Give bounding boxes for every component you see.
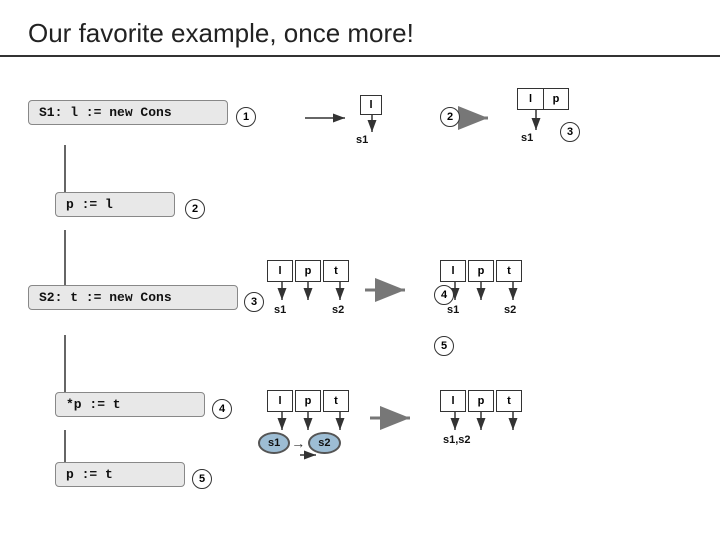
- circle-2-step1: 2: [440, 107, 460, 127]
- page: Our favorite example, once more!: [0, 0, 720, 540]
- code-box-step4: *p := t: [55, 392, 205, 417]
- node-l-step1: l: [360, 95, 382, 115]
- label-s2-s3r: s2: [504, 304, 516, 316]
- code-box-step3: S2: t := new Cons: [28, 285, 238, 310]
- label-s1s2-combined: s1,s2: [443, 434, 471, 446]
- step-circle-1: 1: [236, 107, 256, 127]
- page-title: Our favorite example, once more!: [28, 18, 414, 48]
- step-circle-3: 3: [244, 292, 264, 312]
- code-box-step5: p := t: [55, 462, 185, 487]
- circle-4-s3: 4: [434, 285, 454, 305]
- arrows-svg: [0, 0, 720, 540]
- step-circle-2: 2: [185, 199, 205, 219]
- oval-pair-step4: s1 → s2: [258, 432, 341, 454]
- code-box-step2: p := l: [55, 192, 175, 217]
- cell-p-right: p: [543, 88, 569, 110]
- oval-s1: s1: [258, 432, 290, 454]
- cell-t-s3: t: [323, 260, 349, 282]
- title-section: Our favorite example, once more!: [0, 0, 720, 57]
- cell-l-s3: l: [267, 260, 293, 282]
- cell-l-s3r: l: [440, 260, 466, 282]
- cell-l-right: l: [517, 88, 543, 110]
- tree-step4-left: l p t: [267, 390, 349, 412]
- label-s1-right1: s1: [521, 132, 533, 144]
- arrow-s1-s2: →: [291, 435, 305, 451]
- label-s2-s3: s2: [332, 304, 344, 316]
- step-circle-5: 5: [192, 469, 212, 489]
- label-s1-s3r: s1: [447, 304, 459, 316]
- oval-s2: s2: [308, 432, 340, 454]
- result-step1-l: l p: [517, 88, 569, 110]
- tree-step4-right: l p t: [440, 390, 522, 412]
- label-s1-step1: s1: [356, 134, 368, 146]
- cell-l: l: [360, 95, 382, 115]
- tree-step3-left: l p t: [267, 260, 357, 282]
- circle-3-step1-result: 3: [560, 122, 580, 142]
- step-circle-4: 4: [212, 399, 232, 419]
- tree-step3-right: l p t: [440, 260, 522, 282]
- label-s1-s3: s1: [274, 304, 286, 316]
- cell-t-s3r: t: [496, 260, 522, 282]
- code-box-step1: S1: l := new Cons: [28, 100, 228, 125]
- cell-p-s3r: p: [468, 260, 494, 282]
- cell-p-s3: p: [295, 260, 321, 282]
- circle-5-s3: 5: [434, 336, 454, 356]
